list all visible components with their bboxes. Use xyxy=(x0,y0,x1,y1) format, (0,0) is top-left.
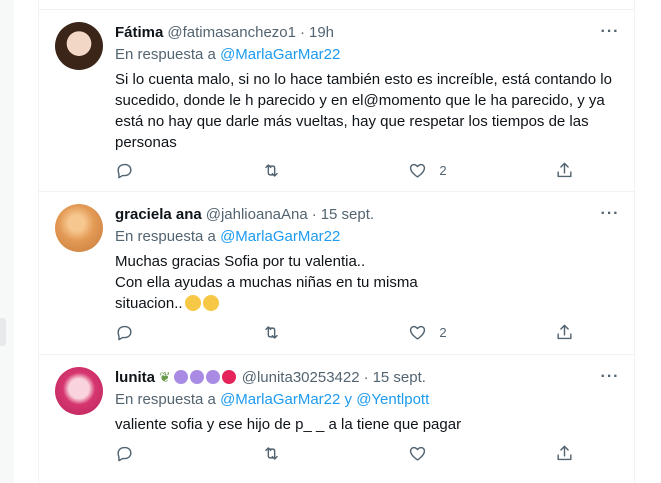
replying-join: y xyxy=(340,391,357,408)
share-button[interactable] xyxy=(555,323,574,342)
purple-heart-icon xyxy=(189,370,204,384)
like-button[interactable]: 2 xyxy=(408,323,538,342)
tweet-text: Si lo cuenta malo, si no lo hace también… xyxy=(115,71,612,151)
timestamp[interactable]: 15 sept. xyxy=(373,369,426,386)
reply-button[interactable] xyxy=(115,323,245,342)
retweet-icon xyxy=(264,325,278,339)
name-emojis: ❦ xyxy=(159,369,238,386)
tweet-text-line-last: situacion.. xyxy=(115,293,620,314)
reply-tweet[interactable]: lunita ❦ @lunita30253422 · 15 sept. ··· … xyxy=(39,355,634,483)
replying-prefix: En respuesta a xyxy=(115,228,221,245)
mention-link[interactable]: @MarlaGarMar22 xyxy=(220,228,340,245)
reply-icon xyxy=(117,325,132,340)
more-options-icon[interactable]: ··· xyxy=(600,204,620,224)
tweet-header: graciela ana @jahlioanaAna · 15 sept. xyxy=(115,204,620,224)
more-options-icon[interactable]: ··· xyxy=(600,22,620,42)
more-options-icon[interactable]: ··· xyxy=(600,367,620,387)
reply-button[interactable] xyxy=(115,444,245,463)
share-icon xyxy=(557,445,572,460)
share-icon xyxy=(557,162,572,177)
mention-link[interactable]: @MarlaGarMar22 xyxy=(220,391,340,408)
like-count: 2 xyxy=(439,162,447,178)
user-handle[interactable]: @jahlioanaAna xyxy=(206,206,308,223)
tweet-header: Fátima @fatimasanchezo1 · 19h xyxy=(115,22,620,42)
reply-button[interactable] xyxy=(115,161,245,180)
retweet-icon xyxy=(264,163,278,177)
mention-link[interactable]: @MarlaGarMar22 xyxy=(220,46,340,63)
separator-dot: · xyxy=(311,205,317,223)
tweet-text-line: Muchas gracias Sofia por tu valentia.. xyxy=(115,253,366,270)
clapping-hands-icon xyxy=(184,295,201,311)
tweet-header: lunita ❦ @lunita30253422 · 15 sept. xyxy=(115,367,620,387)
reply-icon xyxy=(117,163,132,178)
display-name[interactable]: graciela ana xyxy=(115,206,202,223)
avatar[interactable] xyxy=(55,22,103,70)
retweet-button[interactable] xyxy=(262,444,392,463)
tweet-text: valiente sofia y ese hijo de p_ _ a la t… xyxy=(115,416,462,433)
heart-icon xyxy=(410,163,426,178)
user-handle[interactable]: @fatimasanchezo1 xyxy=(167,24,296,41)
retweet-icon xyxy=(264,446,278,460)
avatar[interactable] xyxy=(55,204,103,252)
tweet-actions: 2 xyxy=(115,322,574,342)
separator-dot: · xyxy=(363,368,369,386)
retweet-button[interactable] xyxy=(262,161,392,180)
like-count: 2 xyxy=(439,324,447,340)
user-handle[interactable]: @lunita30253422 xyxy=(242,369,360,386)
tweet-text: Muchas gracias Sofia por tu valentia.. C… xyxy=(115,251,620,314)
avatar[interactable] xyxy=(55,367,103,415)
share-icon xyxy=(557,324,572,339)
share-button[interactable] xyxy=(555,161,574,180)
display-name[interactable]: lunita xyxy=(115,369,155,386)
replying-to: En respuesta a @MarlaGarMar22 xyxy=(115,45,620,65)
clapping-hands-icon xyxy=(202,295,219,311)
purple-heart-icon xyxy=(173,370,188,384)
tweet-actions: 2 xyxy=(115,160,574,180)
reply-tweet[interactable]: graciela ana @jahlioanaAna · 15 sept. ··… xyxy=(39,192,634,355)
tweet-text-line: Con ella ayudas a muchas niñas en tu mis… xyxy=(115,274,418,291)
tweet-actions xyxy=(115,443,574,463)
replying-to: En respuesta a @MarlaGarMar22 y @Yentlpo… xyxy=(115,390,620,410)
replies-column: Fátima @fatimasanchezo1 · 19h ··· En res… xyxy=(38,0,635,483)
red-heart-icon xyxy=(221,370,236,384)
replying-prefix: En respuesta a xyxy=(115,46,221,63)
reply-tweet[interactable]: Fátima @fatimasanchezo1 · 19h ··· En res… xyxy=(39,10,634,192)
tweet-text-line: situacion.. xyxy=(115,295,183,312)
leaf-icon: ❦ xyxy=(159,368,171,385)
mention-link[interactable]: @Yentlpott xyxy=(356,391,429,408)
share-button[interactable] xyxy=(555,444,574,463)
separator-dot: · xyxy=(300,23,305,41)
reply-icon xyxy=(117,446,132,461)
heart-icon xyxy=(410,325,426,340)
scroll-indicator xyxy=(0,318,6,346)
like-button[interactable]: 2 xyxy=(408,161,538,180)
heart-icon xyxy=(410,446,426,461)
like-button[interactable] xyxy=(408,444,538,463)
retweet-button[interactable] xyxy=(262,323,392,342)
replying-to: En respuesta a @MarlaGarMar22 xyxy=(115,227,620,247)
timestamp[interactable]: 15 sept. xyxy=(321,206,374,223)
replying-prefix: En respuesta a xyxy=(115,391,221,408)
timestamp[interactable]: 19h xyxy=(309,24,334,41)
timeline-page: Fátima @fatimasanchezo1 · 19h ··· En res… xyxy=(0,0,661,483)
display-name[interactable]: Fátima xyxy=(115,24,163,41)
left-sidebar-edge xyxy=(0,0,14,483)
purple-heart-icon xyxy=(205,370,220,384)
